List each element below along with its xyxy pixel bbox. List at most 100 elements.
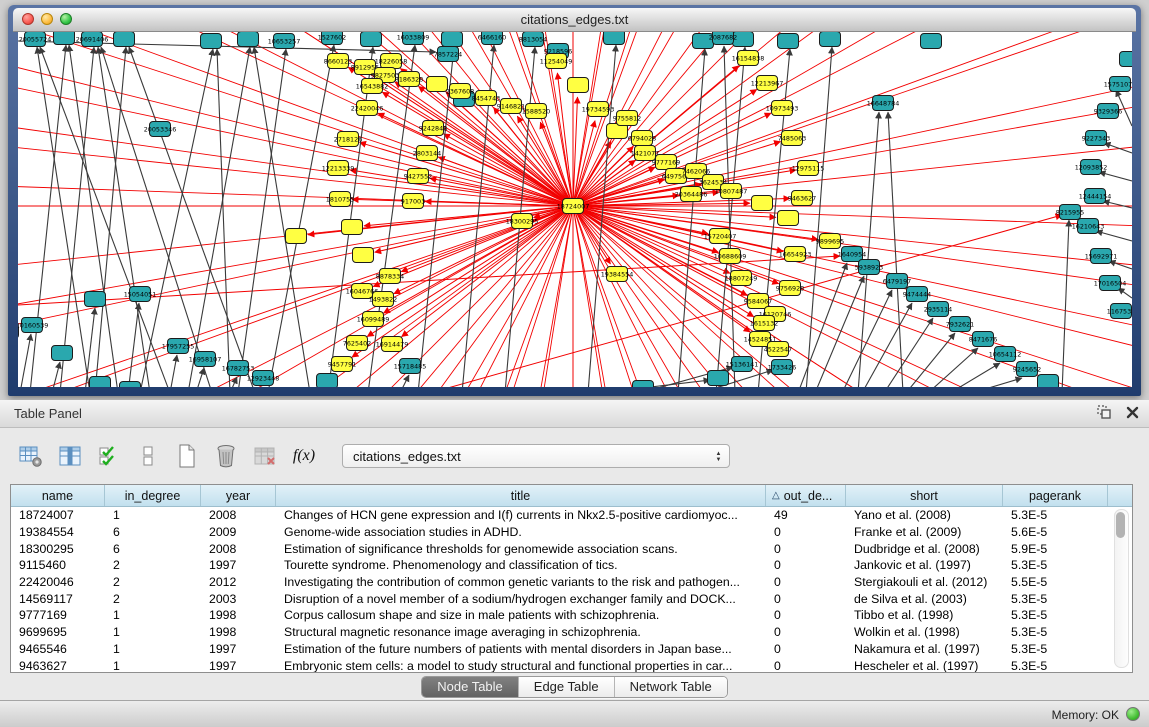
graph-node[interactable]: 1527602 — [318, 32, 346, 45]
graph-node[interactable] — [778, 211, 799, 226]
graph-node[interactable]: 2718126 — [334, 132, 362, 147]
graph-node[interactable]: 15136141 — [726, 357, 759, 372]
graph-node[interactable]: 1733426 — [768, 360, 796, 375]
column-header-year[interactable]: year — [201, 485, 276, 506]
graph-node[interactable]: 9329366 — [1094, 104, 1122, 119]
graph-node[interactable]: 8813054 — [519, 32, 547, 47]
table-selector-dropdown[interactable]: citations_edges.txt ▲▼ — [342, 444, 730, 468]
window-titlebar[interactable]: citations_edges.txt — [13, 8, 1136, 32]
tab-node-table[interactable]: Node Table — [422, 677, 519, 697]
table-row[interactable]: 2242004622012Investigating the contribut… — [11, 574, 1132, 591]
graph-node[interactable] — [921, 34, 942, 49]
graph-node[interactable]: 7625402 — [343, 336, 371, 351]
float-panel-icon[interactable] — [1097, 405, 1112, 419]
graph-node[interactable]: 9899695 — [816, 234, 844, 249]
network-graph[interactable]: 20055724 20691406 10653257 1527602 16033809 6… — [18, 32, 1132, 387]
graph-node[interactable] — [778, 34, 799, 49]
graph-node[interactable] — [427, 77, 448, 92]
graph-node[interactable]: 1810755 — [326, 192, 354, 207]
graph-node[interactable]: 9474444 — [903, 287, 931, 302]
graph-node[interactable] — [238, 32, 259, 47]
graph-node[interactable]: 9427552 — [404, 169, 432, 184]
graph-node[interactable] — [708, 371, 729, 386]
graph-node[interactable]: 6479197 — [883, 274, 911, 289]
column-header-title[interactable]: title — [276, 485, 766, 506]
tab-network-table[interactable]: Network Table — [615, 677, 727, 697]
graph-node[interactable] — [54, 32, 75, 45]
clear-selection-button[interactable] — [135, 442, 161, 470]
graph-node[interactable]: 16782753 — [222, 361, 255, 376]
table-row[interactable]: 1872400712008Changes of HCN gene express… — [11, 507, 1132, 524]
graph-node[interactable] — [1120, 52, 1133, 67]
column-header-out-de-[interactable]: △out_de... — [766, 485, 846, 506]
graph-node[interactable]: 15751074 — [1104, 77, 1132, 92]
graph-node[interactable]: 10653257 — [268, 34, 301, 49]
graph-node[interactable] — [568, 78, 589, 93]
graph-node[interactable]: 12093852 — [1075, 160, 1108, 175]
table-row[interactable]: 911546021997Tourette syndrome. Phenomeno… — [11, 557, 1132, 574]
table-settings-button[interactable] — [18, 442, 44, 470]
graph-node[interactable]: 18226058 — [375, 54, 408, 69]
graph-node[interactable] — [114, 32, 135, 47]
graph-node[interactable] — [52, 346, 73, 361]
column-header-name[interactable]: name — [11, 485, 105, 506]
minimize-window-button[interactable] — [41, 13, 53, 25]
graph-node[interactable] — [1038, 375, 1059, 388]
graph-node[interactable] — [752, 196, 773, 211]
graph-node[interactable] — [317, 374, 338, 388]
graph-node[interactable]: 9227343 — [1082, 131, 1110, 146]
graph-node[interactable]: 16210643 — [1072, 219, 1105, 234]
graph-node[interactable]: 20053346 — [144, 122, 177, 137]
graph-node[interactable]: 7485063 — [778, 131, 806, 146]
graph-node[interactable]: 8878334 — [376, 269, 404, 284]
graph-node[interactable]: 8186328 — [395, 72, 423, 87]
graph-node[interactable]: 9756928 — [776, 281, 804, 296]
table-row[interactable]: 977716911998Corpus callosum shape and si… — [11, 607, 1132, 624]
graph-node[interactable]: 6794028 — [628, 131, 656, 146]
graph-node[interactable]: 2803144 — [413, 146, 441, 161]
graph-node[interactable]: 2935114 — [924, 302, 952, 317]
graph-node[interactable]: 12444154 — [1079, 189, 1112, 204]
graph-node[interactable]: 1493822 — [369, 292, 397, 307]
graph-node[interactable]: 6466160 — [478, 32, 506, 45]
graph-node[interactable]: 8471676 — [969, 332, 997, 347]
close-panel-icon[interactable] — [1126, 406, 1139, 419]
graph-node[interactable]: 20160539 — [18, 318, 48, 333]
graph-node[interactable]: 17016504 — [1094, 276, 1127, 291]
graph-node[interactable]: 17957255 — [162, 339, 195, 354]
graph-node[interactable]: 15054051 — [124, 287, 157, 302]
graph-node[interactable] — [361, 32, 382, 47]
graph-node[interactable]: 12213967 — [751, 76, 784, 91]
graph-node[interactable]: 19734593 — [582, 102, 615, 117]
graph-node[interactable]: 15692971 — [1085, 249, 1118, 264]
graph-node[interactable]: 16154838 — [732, 51, 765, 66]
graph-node[interactable]: 9245652 — [1013, 362, 1041, 377]
table-row[interactable]: 969969511998Structural magnetic resonanc… — [11, 624, 1132, 641]
graph-node[interactable]: 4522547 — [764, 342, 792, 357]
column-header-pagerank[interactable]: pagerank — [1003, 485, 1108, 506]
graph-node[interactable]: 9755812 — [613, 111, 641, 126]
graph-node[interactable] — [90, 377, 111, 388]
table-row[interactable]: 1830029562008Estimation of significance … — [11, 540, 1132, 557]
graph-node[interactable] — [820, 32, 841, 47]
graph-node[interactable]: 1588520 — [522, 104, 550, 119]
graph-node[interactable] — [120, 382, 141, 388]
close-window-button[interactable] — [22, 13, 34, 25]
table-scrollbar-thumb[interactable] — [1116, 512, 1125, 538]
graph-node[interactable]: 9242848 — [419, 121, 447, 136]
function-builder-button[interactable]: f(x) — [291, 442, 317, 470]
graph-node[interactable]: 8660123 — [324, 54, 352, 69]
new-column-button[interactable] — [174, 442, 200, 470]
graph-node[interactable]: 12213339 — [322, 161, 355, 176]
table-row[interactable]: 1456911722003Disruption of a novel membe… — [11, 590, 1132, 607]
graph-node[interactable]: 15720407 — [704, 229, 737, 244]
maximize-window-button[interactable] — [60, 13, 72, 25]
graph-node[interactable] — [201, 34, 222, 49]
column-header-short[interactable]: short — [846, 485, 1003, 506]
graph-node[interactable]: 16033809 — [397, 32, 430, 45]
graph-node[interactable]: 20691406 — [76, 32, 109, 47]
graph-node[interactable]: 5938923 — [855, 260, 883, 275]
table-scrollbar[interactable] — [1114, 509, 1129, 668]
column-visibility-button[interactable] — [57, 442, 83, 470]
graph-node[interactable]: 20055724 — [19, 32, 52, 47]
